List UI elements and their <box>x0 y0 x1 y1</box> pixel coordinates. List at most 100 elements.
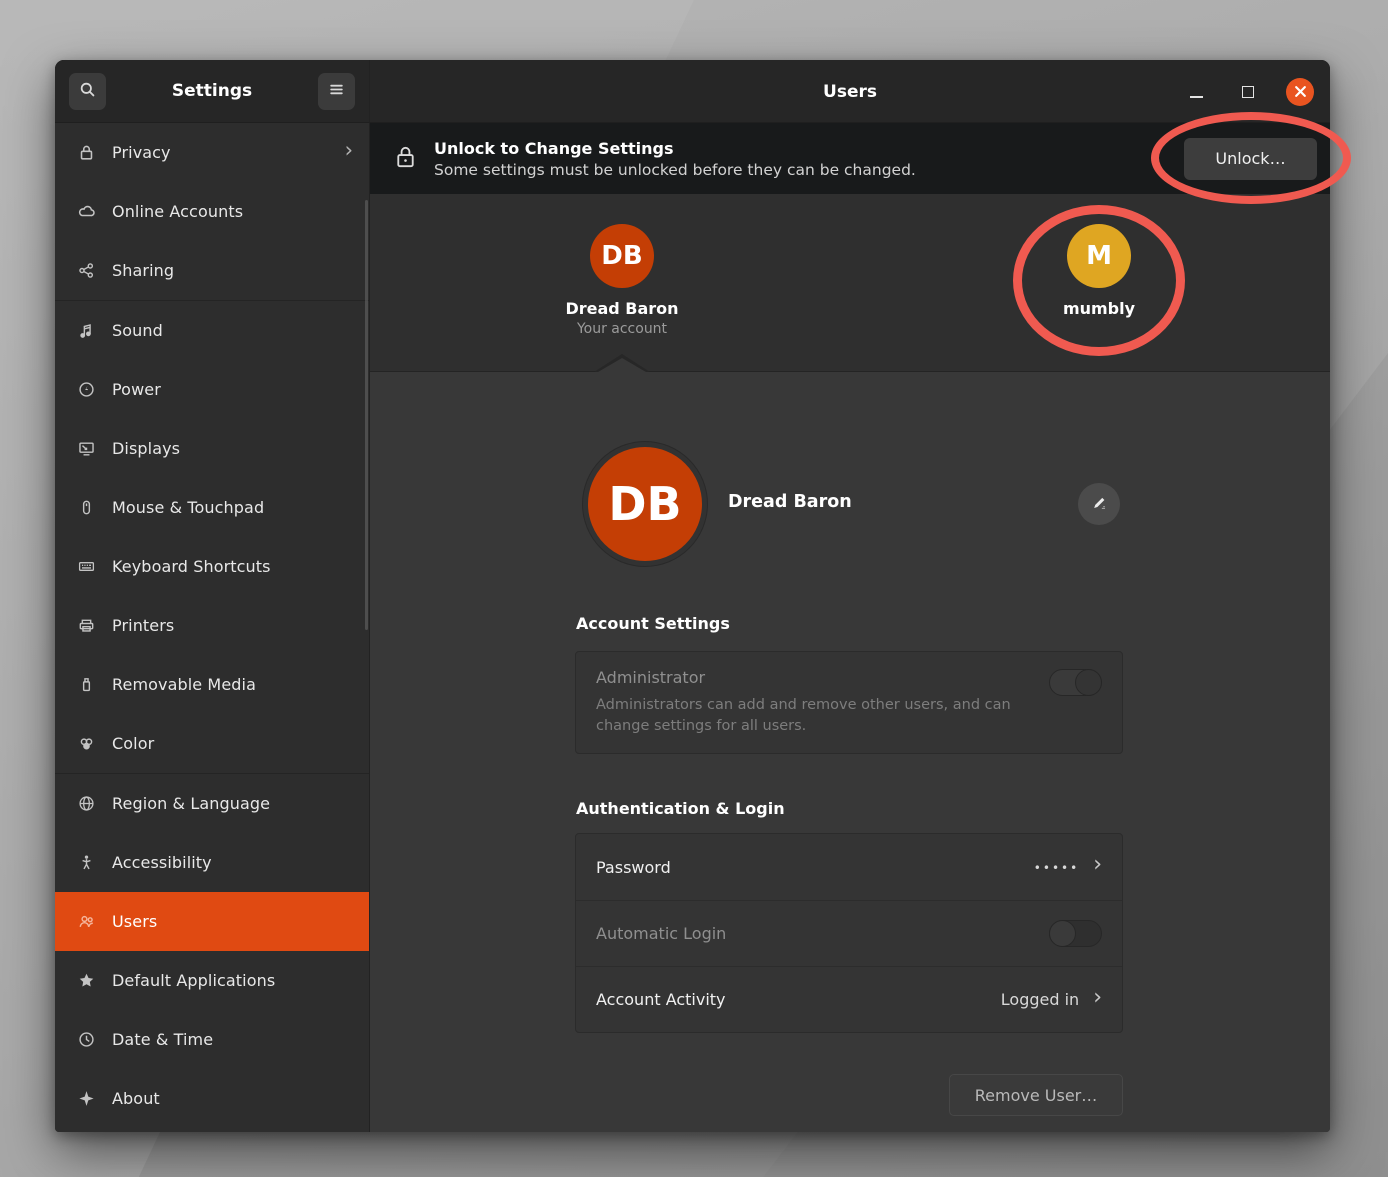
sidebar-item-label: Date & Time <box>112 1030 213 1049</box>
sidebar-item-default-applications[interactable]: Default Applications › <box>55 951 369 1010</box>
remove-user-button[interactable]: Remove User… <box>949 1074 1123 1116</box>
hamburger-icon <box>327 80 346 103</box>
unlock-button[interactable]: Unlock… <box>1184 138 1317 180</box>
maximize-button[interactable] <box>1242 86 1254 98</box>
administrator-label: Administrator <box>596 668 1102 687</box>
sidebar-list: Privacy › Online Accounts › Sharing › So… <box>55 123 370 1132</box>
user-card-dread-baron[interactable]: DB Dread Baron Your account <box>547 224 697 337</box>
sidebar-item-label: Printers <box>112 616 174 635</box>
user-name: mumbly <box>1063 299 1135 318</box>
sidebar-item-label: Default Applications <box>112 971 275 990</box>
auth-login-heading: Authentication & Login <box>576 799 785 818</box>
sidebar-item-label: Sharing <box>112 261 174 280</box>
user-detail-panel: DB Dread Baron Account Settings Administ… <box>370 371 1330 1132</box>
account-activity-row[interactable]: Account Activity Logged in › <box>576 966 1122 1032</box>
toggle-knob <box>1075 669 1102 696</box>
sidebar-item-mouse-touchpad[interactable]: Mouse & Touchpad › <box>55 478 369 537</box>
sidebar-item-power[interactable]: Power › <box>55 360 369 419</box>
star-icon <box>75 970 97 992</box>
sidebar-item-label: Displays <box>112 439 180 458</box>
sidebar-item-label: Sound <box>112 321 163 340</box>
content-pane: Users Unlock to Change Settings Some set… <box>370 60 1330 1132</box>
chevron-right-icon: › <box>1093 854 1102 876</box>
chevron-right-icon: › <box>1093 987 1102 1009</box>
sidebar-item-users[interactable]: Users › <box>55 892 369 951</box>
sidebar-item-label: Mouse & Touchpad <box>112 498 264 517</box>
sidebar-item-label: Removable Media <box>112 675 256 694</box>
sidebar-item-label: Accessibility <box>112 853 212 872</box>
sidebar-item-sound[interactable]: Sound › <box>55 301 369 360</box>
sidebar-item-label: About <box>112 1089 160 1108</box>
chevron-right-icon: › <box>345 140 353 161</box>
sidebar-item-online-accounts[interactable]: Online Accounts › <box>55 182 369 241</box>
sidebar-item-sharing[interactable]: Sharing › <box>55 241 369 300</box>
sidebar-item-region-language[interactable]: Region & Language › <box>55 774 369 833</box>
users-icon <box>75 911 97 933</box>
sidebar-title: Settings <box>106 81 318 101</box>
minimize-button[interactable] <box>1190 96 1203 98</box>
edit-name-button[interactable] <box>1078 483 1120 525</box>
user-carousel: DB Dread Baron Your account M mumbly <box>370 194 1330 371</box>
sidebar-item-privacy[interactable]: Privacy › <box>55 123 369 182</box>
lock-icon <box>75 142 97 164</box>
search-button[interactable] <box>69 73 106 110</box>
user-avatar[interactable]: M <box>1067 224 1131 288</box>
sidebar-item-printers[interactable]: Printers › <box>55 596 369 655</box>
user-avatar[interactable]: DB <box>590 224 654 288</box>
close-icon <box>1294 83 1307 102</box>
close-button[interactable] <box>1286 78 1314 106</box>
profile-name: Dread Baron <box>728 492 852 512</box>
auth-login-card: Password ••••• › Automatic Login Account… <box>575 833 1123 1033</box>
sidebar-item-removable-media[interactable]: Removable Media › <box>55 655 369 714</box>
sidebar-item-label: Power <box>112 380 161 399</box>
page-title: Users <box>370 60 1330 123</box>
toggle-knob <box>1049 920 1076 947</box>
sidebar-item-about[interactable]: About › <box>55 1069 369 1128</box>
display-icon <box>75 438 97 460</box>
settings-window: Settings Privacy › Online Accounts › Sha… <box>55 60 1330 1132</box>
sidebar-item-label: Privacy <box>112 143 171 162</box>
sidebar-item-keyboard-shortcuts[interactable]: Keyboard Shortcuts › <box>55 537 369 596</box>
menu-button[interactable] <box>318 73 355 110</box>
content-header: Users <box>370 60 1330 123</box>
removable-media-icon <box>75 674 97 696</box>
sidebar-item-label: Users <box>112 912 157 931</box>
sidebar-scrollbar[interactable] <box>365 200 368 630</box>
color-icon <box>75 733 97 755</box>
profile-avatar[interactable]: DB <box>583 442 707 566</box>
administrator-toggle[interactable] <box>1049 669 1102 696</box>
cloud-icon <box>75 201 97 223</box>
power-icon <box>75 379 97 401</box>
automatic-login-row[interactable]: Automatic Login <box>576 900 1122 966</box>
toggle-switch[interactable] <box>1049 920 1102 947</box>
sidebar-item-label: Region & Language <box>112 794 270 813</box>
sidebar: Settings Privacy › Online Accounts › Sha… <box>55 60 370 1132</box>
search-icon <box>78 80 97 103</box>
accessibility-icon <box>75 852 97 874</box>
printer-icon <box>75 615 97 637</box>
user-subtitle: Your account <box>577 321 667 337</box>
sidebar-item-displays[interactable]: Displays › <box>55 419 369 478</box>
music-note-icon <box>75 320 97 342</box>
sidebar-item-label: Color <box>112 734 154 753</box>
carousel-pointer <box>598 358 646 372</box>
unlock-banner-subtitle: Some settings must be unlocked before th… <box>434 161 1184 179</box>
pencil-icon <box>1091 494 1108 515</box>
clock-icon <box>75 1029 97 1051</box>
sidebar-item-accessibility[interactable]: Accessibility › <box>55 833 369 892</box>
sparkle-icon <box>75 1088 97 1110</box>
sidebar-item-label: Keyboard Shortcuts <box>112 557 271 576</box>
sidebar-item-color[interactable]: Color › <box>55 714 369 773</box>
administrator-card: Administrator Administrators can add and… <box>575 651 1123 754</box>
administrator-description: Administrators can add and remove other … <box>596 695 1016 737</box>
user-card-mumbly[interactable]: M mumbly <box>1024 224 1174 318</box>
password-row[interactable]: Password ••••• › <box>576 834 1122 900</box>
sidebar-item-label: Online Accounts <box>112 202 243 221</box>
unlock-banner-text: Unlock to Change Settings Some settings … <box>434 139 1184 179</box>
keyboard-icon <box>75 556 97 578</box>
sidebar-item-date-time[interactable]: Date & Time › <box>55 1010 369 1069</box>
sidebar-header: Settings <box>55 60 370 123</box>
share-icon <box>75 260 97 282</box>
account-settings-heading: Account Settings <box>576 614 730 633</box>
unlock-banner-title: Unlock to Change Settings <box>434 139 1184 158</box>
